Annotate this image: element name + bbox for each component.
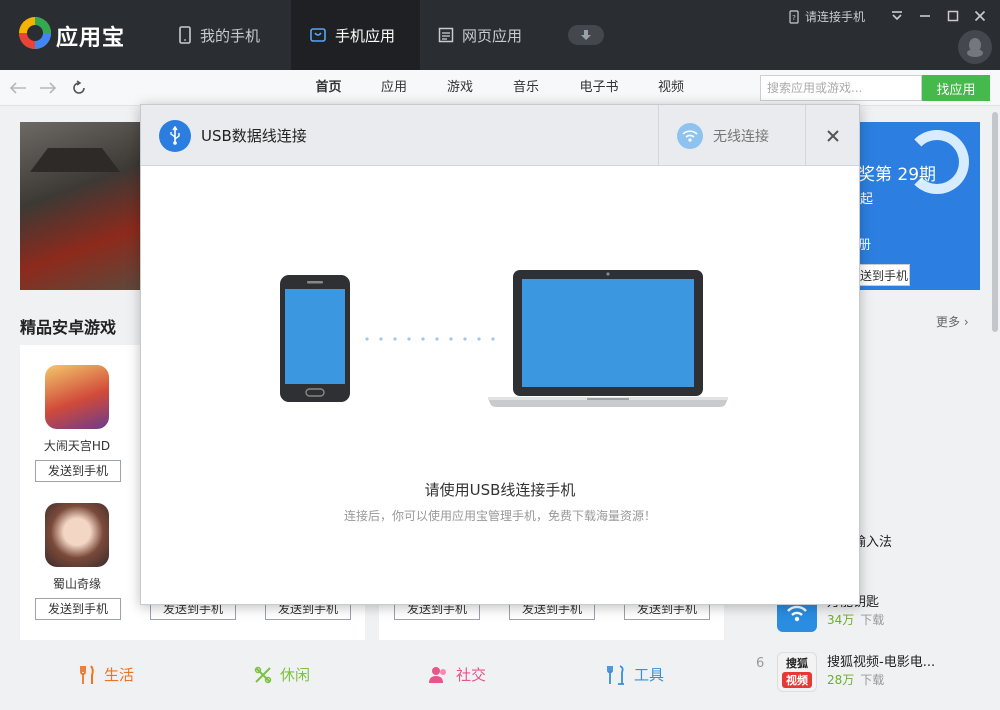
icon-text-bottom: 视频 [782, 672, 812, 688]
connect-phone-link[interactable]: ? 请连接手机 [789, 8, 865, 25]
download-arrow-icon [581, 30, 591, 40]
category-label: 工具 [634, 666, 665, 684]
game-banner[interactable] [20, 122, 145, 290]
dialog-sub-message: 连接后，你可以使用应用宝管理手机，免费下载海量资源！ [343, 509, 656, 523]
category-bar: 生活 休闲 社交 工具 [0, 660, 740, 694]
menu-button[interactable] [886, 6, 908, 26]
tab-mobile-apps-label: 手机应用 [335, 26, 396, 45]
back-button[interactable] [8, 78, 28, 98]
menu-chevron-icon [892, 11, 902, 21]
web-page-icon [438, 27, 454, 43]
maximize-button[interactable] [942, 6, 964, 26]
app-name: 大闹天宫HD [43, 439, 111, 453]
connect-phone-dialog: USB数据线连接 无线连接 请使用USB线连接手机 连接后，你可以使用应用宝管理… [140, 104, 860, 605]
forward-button[interactable] [38, 78, 58, 98]
tab-apps[interactable]: 应用 [372, 70, 416, 106]
forward-arrow-icon [40, 82, 57, 94]
category-life[interactable]: 生活 [78, 664, 134, 685]
category-tools[interactable]: 工具 [606, 664, 664, 685]
dialog-message: 请使用USB线连接手机 [424, 481, 576, 499]
category-label: 社交 [456, 666, 487, 684]
scrollbar-thumb[interactable] [992, 112, 998, 332]
banner-artwork [30, 148, 120, 172]
connection-dots [365, 337, 495, 341]
category-social[interactable]: 社交 [428, 664, 486, 685]
category-label: 休闲 [280, 666, 311, 684]
toolbar: 首页 应用 游戏 音乐 电子书 视频 找应用 [0, 70, 1000, 106]
list-item[interactable]: 6 搜狐 视频 搜狐视频-电影电... 28万 下载 [756, 652, 986, 692]
list-item-name: 搜狐视频-电影电... [827, 655, 936, 670]
connect-phone-label: 请连接手机 [805, 10, 866, 24]
people-icon [429, 666, 446, 683]
send-to-phone-button[interactable]: 发送到手机 [35, 460, 121, 482]
tab-ebooks[interactable]: 电子书 [572, 70, 626, 106]
svg-text:?: ? [792, 14, 796, 22]
close-window-button[interactable] [969, 6, 991, 26]
app-name: 应用宝 [56, 26, 126, 51]
maximize-icon [947, 10, 959, 22]
list-item-downloads: 28万 下载 [827, 673, 885, 687]
category-leisure[interactable]: 休闲 [254, 664, 310, 685]
search-input[interactable] [760, 75, 922, 101]
app-card[interactable]: 大闹天宫HD [22, 365, 132, 454]
download-manager-button[interactable] [568, 25, 604, 45]
section-title: 精品安卓游戏 [20, 318, 117, 337]
banner-title: 奖第 29期 [858, 165, 937, 185]
category-label: 生活 [104, 666, 135, 684]
leisure-icon [254, 666, 272, 683]
back-arrow-icon [9, 82, 26, 94]
laptop-illustration [488, 270, 728, 407]
tab-music[interactable]: 音乐 [504, 70, 548, 106]
phone-illustration [280, 275, 350, 402]
tab-video[interactable]: 视频 [649, 70, 693, 106]
usb-connection-illustration [280, 270, 728, 407]
page-scrollbar[interactable] [990, 106, 1000, 710]
penguin-avatar-icon [967, 38, 983, 57]
app-name: 蜀山奇缘 [52, 577, 101, 591]
app-icon-shushan [45, 503, 109, 567]
app-card[interactable]: 蜀山奇缘 [22, 503, 132, 592]
phone-icon [179, 26, 191, 44]
tab-web-apps[interactable]: 网页应用 [420, 0, 540, 70]
more-link[interactable]: 更多 › [936, 313, 969, 330]
tab-my-phone-label: 我的手机 [200, 26, 261, 45]
fork-knife-icon [80, 664, 94, 684]
title-bar: 应用宝 我的手机 手机应用 网页应用 ? 请连接手机 [0, 0, 1000, 70]
yingyongbao-logo-icon [19, 17, 51, 49]
tab-mobile-apps[interactable]: 手机应用 [291, 0, 420, 70]
tab-games[interactable]: 游戏 [438, 70, 482, 106]
send-to-phone-button[interactable]: 发送到手机 [35, 598, 121, 620]
wrench-icon [607, 664, 624, 685]
sohu-video-app-icon: 搜狐 视频 [777, 652, 817, 692]
refresh-button[interactable] [69, 78, 89, 98]
tab-web-apps-label: 网页应用 [462, 26, 523, 45]
tab-home[interactable]: 首页 [296, 70, 361, 106]
avatar[interactable] [958, 30, 992, 64]
list-item-downloads: 34万 下载 [827, 613, 885, 627]
rank-number: 6 [756, 656, 765, 671]
icon-text-top: 搜狐 [786, 657, 808, 670]
minimize-icon [920, 15, 930, 17]
apps-bag-icon [310, 28, 326, 42]
banner-send-button[interactable]: 送到手机 [858, 264, 910, 286]
app-icon-danao [45, 365, 109, 429]
refresh-icon [73, 80, 85, 94]
minimize-button[interactable] [914, 6, 936, 26]
banner-subtitle: 起 [860, 192, 874, 207]
tab-my-phone[interactable]: 我的手机 [160, 0, 278, 70]
close-icon [974, 10, 986, 22]
search-button[interactable]: 找应用 [922, 75, 990, 101]
phone-question-icon: ? [789, 9, 799, 24]
